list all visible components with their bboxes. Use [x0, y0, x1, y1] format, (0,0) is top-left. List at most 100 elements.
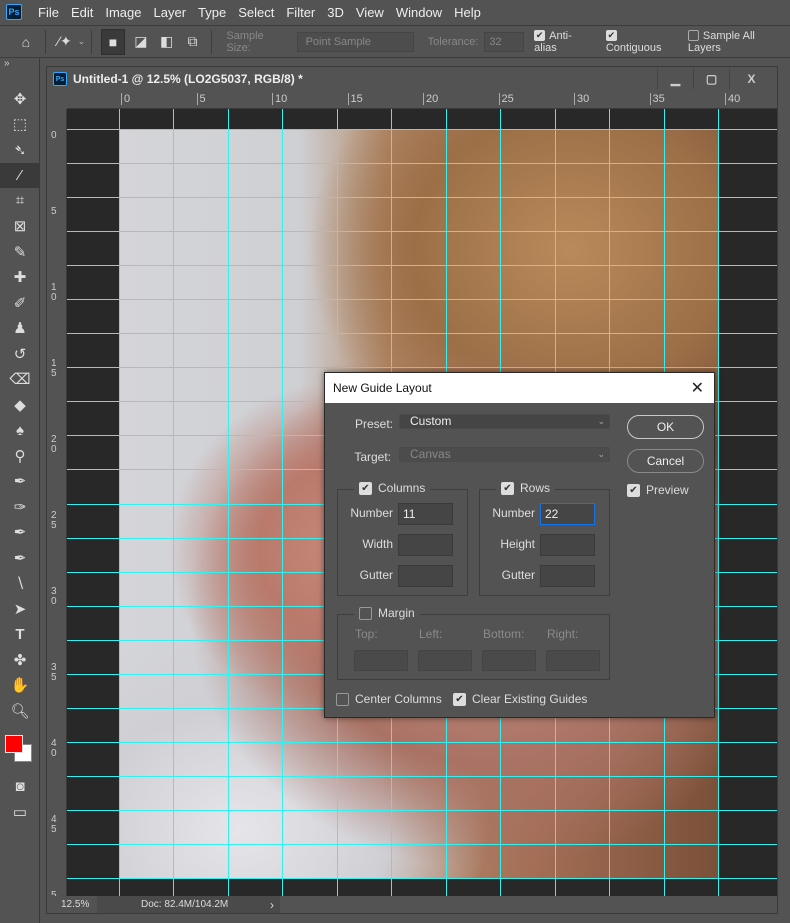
columns-checkbox[interactable]: ✔ Columns [354, 481, 431, 495]
vertical-guide[interactable] [119, 109, 120, 896]
zoom-tool-icon[interactable]: 🔍︎ [0, 698, 40, 724]
center-columns-checkbox[interactable]: Center Columns [336, 692, 442, 706]
new-selection-icon[interactable]: ■ [101, 28, 125, 55]
menu-window[interactable]: Window [390, 5, 448, 20]
brush-tool-icon[interactable]: ✐ [0, 290, 40, 316]
horizontal-guide[interactable] [67, 265, 777, 267]
rows-number-input[interactable]: 22 [540, 503, 595, 525]
lasso-tool-icon[interactable]: ➴ [0, 137, 40, 163]
type-tool-icon[interactable]: T [0, 622, 40, 648]
blur-tool-icon[interactable]: ♠ [0, 418, 40, 444]
horizontal-guide[interactable] [67, 741, 777, 743]
chevron-down-icon[interactable]: ⌄ [78, 36, 86, 47]
custom-shape-icon[interactable]: ✤ [0, 647, 40, 673]
pen-tool-icon[interactable]: ✒ [0, 469, 40, 495]
magic-wand-tool-icon[interactable]: ⁄ [0, 162, 40, 188]
eraser-tool-icon[interactable]: ⌫ [0, 367, 40, 393]
horizontal-guide[interactable] [67, 367, 777, 369]
freeform-pen-icon[interactable]: ✑ [0, 494, 40, 520]
add-anchor-icon[interactable]: ✒ [0, 520, 40, 546]
menu-file[interactable]: File [32, 5, 65, 20]
check-icon: ✔ [453, 692, 466, 706]
magic-wand-preset-icon[interactable]: ⁄✦ [55, 32, 75, 52]
margin-checkbox[interactable]: Margin [354, 606, 420, 620]
screen-mode-icon[interactable]: ▭ [0, 799, 40, 825]
sample-size-select[interactable]: Point Sample [296, 31, 414, 52]
horizontal-guide[interactable] [67, 809, 777, 811]
rows-height-input[interactable] [540, 534, 595, 556]
clear-existing-guides-checkbox[interactable]: ✔ Clear Existing Guides [453, 692, 587, 706]
horizontal-guide[interactable] [67, 878, 777, 879]
doc-info[interactable]: Doc: 82.4M/104.2M › [97, 896, 280, 913]
menu-help[interactable]: Help [448, 5, 487, 20]
anti-alias-checkbox[interactable]: ✔ Anti-alias [534, 30, 594, 54]
horizontal-guide[interactable] [67, 231, 777, 233]
ruler-horizontal[interactable]: 0 5 10 15 20 25 30 35 40 [67, 91, 777, 109]
horizontal-guide[interactable] [67, 843, 777, 845]
menu-edit[interactable]: Edit [65, 5, 99, 20]
clone-stamp-icon[interactable]: ♟ [0, 316, 40, 342]
ok-button[interactable]: OK [627, 415, 704, 439]
contiguous-checkbox[interactable]: ✔Contiguous [605, 30, 676, 54]
expand-icon[interactable]: » [0, 58, 39, 70]
document-tab[interactable]: Ps Untitled-1 @ 12.5% (LO2G5037, RGB/8) … [47, 67, 777, 91]
horizontal-guide[interactable] [67, 197, 777, 199]
preset-select[interactable]: Custom ⌄ [399, 414, 610, 429]
sample-all-layers-checkbox[interactable]: Sample All Layers [687, 30, 790, 54]
columns-gutter-input[interactable] [398, 565, 453, 587]
horizontal-guide[interactable] [67, 333, 777, 335]
menu-select[interactable]: Select [232, 5, 280, 20]
convert-point-icon[interactable]: ∖ [0, 571, 40, 597]
horizontal-guide[interactable] [67, 299, 777, 301]
cancel-button[interactable]: Cancel [627, 449, 704, 473]
add-selection-icon[interactable]: ◪ [131, 32, 151, 52]
horizontal-guide[interactable] [67, 129, 777, 130]
minimize-icon[interactable]: ▁ [657, 69, 693, 89]
menu-type[interactable]: Type [192, 5, 232, 20]
color-swatches[interactable] [0, 724, 39, 774]
crop-tool-icon[interactable]: ⌗ [0, 188, 40, 214]
vertical-guide[interactable] [718, 109, 719, 896]
horizontal-guide[interactable] [67, 775, 777, 777]
maximize-icon[interactable]: ▢ [693, 69, 729, 89]
quick-mask-icon[interactable]: ◙ [0, 774, 40, 800]
history-brush-icon[interactable]: ↺ [0, 341, 40, 367]
menu-view[interactable]: View [350, 5, 390, 20]
eyedropper-tool-icon[interactable]: ✎ [0, 239, 40, 265]
columns-width-input[interactable] [398, 534, 453, 556]
menu-filter[interactable]: Filter [280, 5, 321, 20]
path-select-icon[interactable]: ➤ [0, 596, 40, 622]
frame-tool-icon[interactable]: ⊠ [0, 214, 40, 240]
intersect-selection-icon[interactable]: ⧉ [183, 32, 203, 52]
paint-bucket-icon[interactable]: ◆ [0, 392, 40, 418]
chevron-right-icon[interactable]: › [270, 898, 274, 912]
rows-gutter-input[interactable] [540, 565, 595, 587]
rows-checkbox[interactable]: ✔ Rows [496, 481, 556, 495]
close-icon[interactable]: X [729, 69, 773, 89]
dodge-tool-icon[interactable]: ⚲ [0, 443, 40, 469]
horizontal-guide[interactable] [67, 163, 777, 165]
menu-3d[interactable]: 3D [321, 5, 350, 20]
foreground-color-swatch[interactable] [5, 734, 23, 753]
marquee-tool-icon[interactable]: ⬚ [0, 112, 40, 138]
move-tool-icon[interactable]: ✥ [0, 86, 40, 112]
tolerance-input[interactable]: 32 [484, 31, 525, 52]
vertical-guide[interactable] [173, 109, 175, 896]
grip[interactable] [0, 70, 39, 86]
columns-number-input[interactable]: 11 [398, 503, 453, 525]
ruler-vertical[interactable]: 05101520253035404550 [47, 109, 67, 897]
zoom-level[interactable]: 12.5% [47, 899, 97, 910]
vertical-guide[interactable] [227, 109, 229, 896]
healing-brush-icon[interactable]: ✚ [0, 265, 40, 291]
menu-image[interactable]: Image [99, 5, 147, 20]
vertical-guide[interactable] [282, 109, 284, 896]
hand-tool-icon[interactable]: ✋ [0, 673, 40, 699]
new-guide-layout-dialog: New Guide Layout ✕ Preset: Custom ⌄ Targe… [324, 372, 715, 718]
home-icon[interactable]: ⌂ [16, 32, 36, 52]
subtract-selection-icon[interactable]: ◧ [157, 32, 177, 52]
pen-variant-icon[interactable]: ✒ [0, 545, 40, 571]
rows-height-label: Height [500, 537, 535, 551]
close-icon[interactable]: ✕ [691, 378, 704, 398]
preview-checkbox[interactable]: ✔ Preview [627, 483, 689, 497]
menu-layer[interactable]: Layer [148, 5, 193, 20]
